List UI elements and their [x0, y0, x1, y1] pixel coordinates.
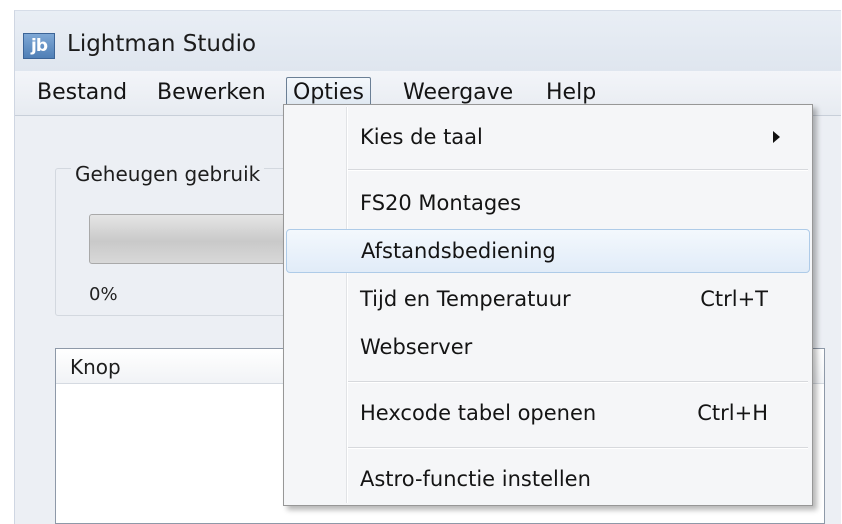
menu-separator — [348, 447, 808, 449]
menu-separator — [348, 169, 808, 171]
menu-item-webserver[interactable]: Webserver — [286, 325, 810, 369]
column-header-knop[interactable]: Knop — [70, 355, 121, 379]
menu-item-shortcut: Ctrl+H — [697, 401, 768, 425]
title-bar[interactable]: jb Lightman Studio — [15, 11, 841, 71]
app-logo-icon: jb — [23, 33, 55, 59]
menu-bestand[interactable]: Bestand — [31, 77, 133, 109]
memory-progress-value: 0% — [89, 284, 118, 305]
menu-separator — [348, 381, 808, 383]
menu-item-astro-functie-instellen[interactable]: Astro-functie instellen — [286, 457, 810, 501]
menu-bewerken[interactable]: Bewerken — [151, 77, 272, 109]
menu-item-label: Kies de taal — [360, 125, 483, 149]
window-title: Lightman Studio — [67, 31, 257, 57]
opties-dropdown-menu: Kies de taal FS20 Montages Afstandsbedie… — [283, 104, 813, 506]
menu-item-label: Webserver — [360, 335, 473, 359]
menu-item-kies-de-taal[interactable]: Kies de taal — [286, 115, 810, 159]
menu-item-label: FS20 Montages — [360, 191, 522, 215]
menu-item-tijd-en-temperatuur[interactable]: Tijd en Temperatuur Ctrl+T — [286, 277, 810, 321]
menu-item-fs20-montages[interactable]: FS20 Montages — [286, 181, 810, 225]
memory-group-label: Geheugen gebruik — [71, 162, 265, 186]
menu-item-shortcut: Ctrl+T — [700, 287, 768, 311]
menu-item-label: Tijd en Temperatuur — [360, 287, 571, 311]
menu-item-label: Afstandsbediening — [361, 239, 556, 263]
menu-item-afstandsbediening[interactable]: Afstandsbediening — [286, 229, 810, 273]
submenu-arrow-icon — [773, 131, 780, 143]
menu-item-hexcode-tabel-openen[interactable]: Hexcode tabel openen Ctrl+H — [286, 391, 810, 435]
menu-item-label: Astro-functie instellen — [360, 467, 591, 491]
menu-item-label: Hexcode tabel openen — [360, 401, 597, 425]
